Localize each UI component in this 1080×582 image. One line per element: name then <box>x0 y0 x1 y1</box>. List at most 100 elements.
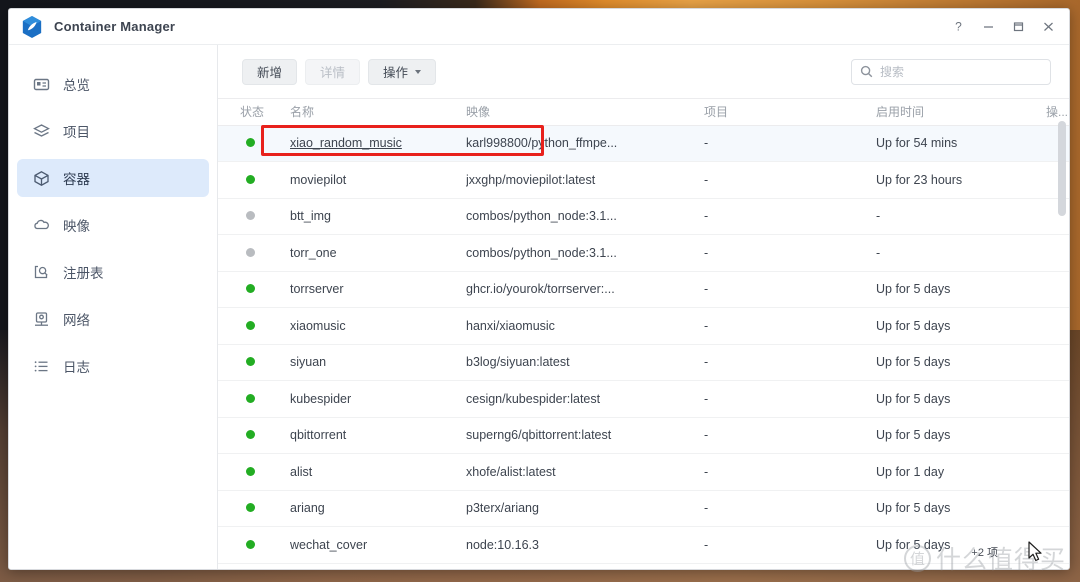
status-dot-stopped <box>246 247 255 257</box>
cell-name[interactable]: wechat_cover <box>290 526 466 564</box>
cell-uptime: Up for 5 days <box>876 271 1046 308</box>
cell-uptime: Up for 5 days <box>876 417 1046 454</box>
cell-name[interactable]: xiaomusic <box>290 307 466 345</box>
details-button[interactable]: 详情 <box>305 58 361 85</box>
table-scrollbar[interactable] <box>1058 99 1066 569</box>
cell-image: karl998800/python_ffmpe... <box>466 125 704 162</box>
container-name[interactable]: torr_one <box>290 246 337 260</box>
column-header-name[interactable]: 名称 <box>290 99 466 126</box>
cell-uptime: Up for 54 mins <box>876 125 1046 162</box>
status-dot-running <box>246 466 255 476</box>
cell-status <box>218 271 290 308</box>
maximize-button[interactable] <box>1003 13 1033 41</box>
cell-status <box>218 234 290 272</box>
table-row[interactable]: btt_img combos/python_node:3.1... - - <box>218 198 1069 235</box>
container-manager-window: Container Manager ? 总览 项目 容器 映像 注册表 网络 日… <box>8 8 1070 570</box>
cell-image: node:10.16.3 <box>466 526 704 564</box>
column-header-uptime[interactable]: 启用时间 <box>876 99 1046 126</box>
cell-name[interactable]: alist <box>290 453 466 491</box>
cell-status <box>218 380 290 418</box>
table-row[interactable]: moviepilot jxxghp/moviepilot:latest - Up fo… <box>218 161 1069 199</box>
window-titlebar: Container Manager ? <box>9 9 1069 45</box>
table-scrollbar-thumb[interactable] <box>1058 121 1066 216</box>
table-row[interactable]: torrserver ghcr.io/yourok/torrserver:... -… <box>218 271 1069 308</box>
cell-name[interactable]: qbittorrent <box>290 417 466 454</box>
close-button[interactable] <box>1033 13 1063 41</box>
cell-image: superng6/qbittorrent:latest <box>466 417 704 454</box>
cell-name[interactable]: btt_img <box>290 198 466 235</box>
cell-name[interactable]: ariang <box>290 490 466 527</box>
table-row[interactable]: ariang p3terx/ariang - Up for 5 days <box>218 490 1069 527</box>
table-row[interactable]: kubespider cesign/kubespider:latest - Up fo… <box>218 380 1069 418</box>
cell-name[interactable]: moviepilot <box>290 161 466 199</box>
cell-name[interactable]: torrserver <box>290 271 466 308</box>
table-row[interactable]: xiaomusic hanxi/xiaomusic - Up for 5 days <box>218 307 1069 345</box>
cell-uptime: Up for 1 day <box>876 453 1046 491</box>
sidebar-item-network[interactable]: 网络 <box>17 300 209 338</box>
cell-image: jxxghp/moviepilot:latest <box>466 161 704 199</box>
container-name[interactable]: xiao_random_music <box>290 136 402 150</box>
table-row[interactable]: wechat_cover node:10.16.3- Up for 5 days <box>218 526 1069 564</box>
overview-card-icon <box>33 76 50 93</box>
sidebar-item-project[interactable]: 项目 <box>17 112 209 150</box>
actions-dropdown-button[interactable]: 操作 <box>368 58 437 85</box>
table-row[interactable]: xiao_random_music karl998800/python_ffmpe… <box>218 125 1069 162</box>
status-dot-running <box>246 174 255 184</box>
cell-name[interactable]: kubespider <box>290 380 466 418</box>
container-table: 状态 名称 映像 项目 启用时间 操... xiao_random_music … <box>218 99 1069 564</box>
table-row[interactable]: torr_one combos/python_node:3.1... - - <box>218 234 1069 272</box>
sidebar-item-overview[interactable]: 总览 <box>17 65 209 103</box>
container-name[interactable]: wechat_cover <box>290 538 367 552</box>
status-dot-stopped <box>246 211 255 221</box>
column-header-status[interactable]: 状态 <box>218 99 290 126</box>
container-name[interactable]: moviepilot <box>290 173 346 187</box>
search-box[interactable] <box>851 58 1051 85</box>
container-name[interactable]: ariang <box>290 501 325 515</box>
container-name[interactable]: btt_img <box>290 209 331 223</box>
cell-uptime: Up for 5 days <box>876 526 1046 564</box>
minimize-button[interactable] <box>973 13 1003 41</box>
cell-status <box>218 490 290 527</box>
search-input[interactable] <box>880 64 1042 79</box>
cell-name[interactable]: xiao_random_music <box>290 125 466 162</box>
cell-image: hanxi/xiaomusic <box>466 307 704 345</box>
search-container <box>851 58 1051 85</box>
sidebar-item-registry[interactable]: 注册表 <box>17 253 209 291</box>
container-table-area: 状态 名称 映像 项目 启用时间 操... xiao_random_music … <box>218 98 1069 569</box>
container-name[interactable]: kubespider <box>290 392 351 406</box>
window-controls: ? <box>943 13 1063 41</box>
cell-name[interactable]: torr_one <box>290 234 466 272</box>
cell-uptime: - <box>876 234 1046 272</box>
cell-project: - <box>704 198 876 235</box>
cell-uptime: Up for 5 days <box>876 380 1046 418</box>
cloud-image-icon <box>33 217 50 234</box>
column-header-image[interactable]: 映像 <box>466 99 704 126</box>
table-row[interactable]: alist xhofe/alist:latest - Up for 1 day <box>218 453 1069 491</box>
table-body: xiao_random_music karl998800/python_ffmpe… <box>218 125 1069 564</box>
network-icon <box>33 311 50 328</box>
cell-status <box>218 417 290 454</box>
sidebar-item-image[interactable]: 映像 <box>17 206 209 244</box>
cell-project: - <box>704 490 876 527</box>
container-name[interactable]: xiaomusic <box>290 319 346 333</box>
cell-image: ghcr.io/yourok/torrserver:... <box>466 271 704 308</box>
cell-project: - <box>704 417 876 454</box>
cell-uptime: - <box>876 198 1046 235</box>
container-name[interactable]: alist <box>290 465 312 479</box>
sidebar-item-label: 注册表 <box>63 266 104 281</box>
create-button[interactable]: 新增 <box>242 58 298 85</box>
container-name[interactable]: qbittorrent <box>290 428 346 442</box>
sidebar-item-log[interactable]: 日志 <box>17 347 209 385</box>
container-name[interactable]: siyuan <box>290 355 326 369</box>
column-header-project[interactable]: 项目 <box>704 99 876 126</box>
container-name[interactable]: torrserver <box>290 282 343 296</box>
table-row[interactable]: qbittorrent superng6/qbittorrent:latest - U… <box>218 417 1069 454</box>
table-row[interactable]: siyuan b3log/siyuan:latest - Up for 5 days <box>218 344 1069 381</box>
help-button[interactable]: ? <box>943 13 973 41</box>
cell-name[interactable]: siyuan <box>290 344 466 381</box>
sidebar-item-label: 映像 <box>63 219 90 234</box>
status-dot-running <box>246 503 255 513</box>
cell-image: cesign/kubespider:latest <box>466 380 704 418</box>
sidebar-item-container[interactable]: 容器 <box>17 159 209 197</box>
cell-image: p3terx/ariang <box>466 490 704 527</box>
